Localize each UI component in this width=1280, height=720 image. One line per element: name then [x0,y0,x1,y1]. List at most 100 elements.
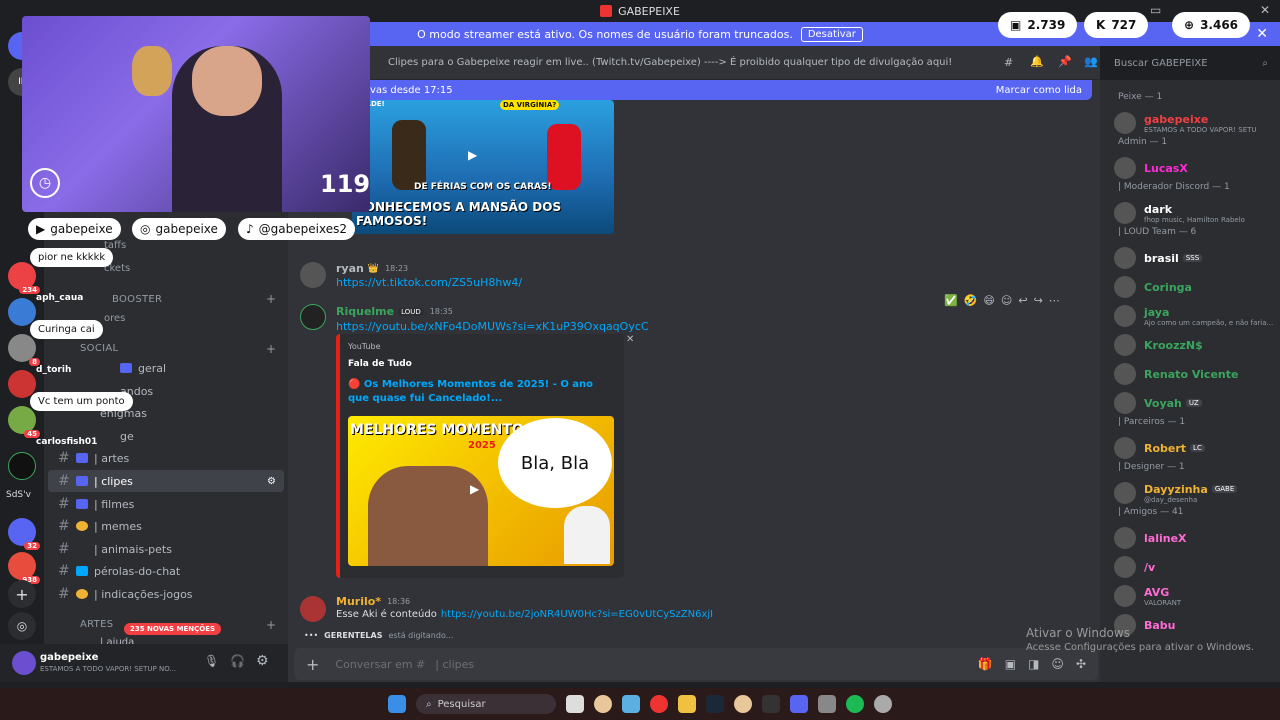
avatar[interactable] [1114,202,1136,224]
headphones-icon[interactable]: 🎧 [230,654,245,668]
avatar[interactable] [1114,276,1136,298]
server-icon[interactable]: 234 [8,262,40,294]
reply-icon[interactable]: ↩ [1018,294,1027,307]
minimize-icon[interactable]: ▭ [1150,3,1161,17]
message-author[interactable]: Murilo* [336,595,381,608]
message-input[interactable]: + Conversar em # | clipes 🎁 ▣ ◨ ☺ ✣ [294,648,1098,680]
avatar[interactable] [1114,363,1136,385]
new-messages-bar[interactable]: vas desde 17:15 Marcar como lida [360,80,1092,100]
more-options-icon[interactable]: ⋯ [1049,294,1060,307]
embed-video-thumbnail[interactable]: MELHORES MOMENTOS 2025 Bla, Bla ▶ [348,416,614,566]
avatar[interactable] [300,304,326,330]
avatar[interactable] [1114,527,1136,549]
apps-icon[interactable]: ✣ [1076,657,1086,671]
channel-partial[interactable]: ge [110,425,280,447]
channel-filmes[interactable]: # | filmes [48,493,284,515]
member-item[interactable]: Coringa [1114,272,1278,302]
app-icon[interactable] [818,695,836,713]
forward-icon[interactable]: ↪ [1034,294,1043,307]
avatar[interactable] [1114,437,1136,459]
category-booster[interactable]: BOOSTER [112,294,162,305]
member-item[interactable]: LucasX [1114,153,1278,183]
windows-start-icon[interactable] [388,695,406,713]
attach-plus-icon[interactable]: + [306,655,319,674]
disable-streamer-button[interactable]: Desativar [800,26,863,42]
member-item[interactable]: Babu [1114,610,1278,640]
server-icon[interactable]: 45 [8,406,40,438]
avatar[interactable] [1114,112,1136,134]
member-item[interactable]: Robert LC [1114,433,1278,463]
app-icon[interactable] [762,695,780,713]
channel-topic[interactable]: Clipes para o Gabepeixe reagir em live..… [388,57,952,68]
member-item[interactable]: Voyah UZ [1114,388,1278,418]
server-icon[interactable] [8,452,36,480]
member-item[interactable]: AVG VALORANT [1114,581,1278,611]
message-link[interactable]: https://vt.tiktok.com/ZS5uH8hw4/ [336,276,522,289]
avatar[interactable] [300,596,326,622]
avatar[interactable] [1114,334,1136,356]
spotify-icon[interactable] [846,695,864,713]
opera-icon[interactable] [650,695,668,713]
avatar[interactable] [1114,392,1136,414]
avatar[interactable] [1114,157,1136,179]
server-icon[interactable]: 8 [8,334,40,366]
message-author[interactable]: ryan [336,262,364,275]
member-item[interactable]: jaya Ajo como um campeão, e não faria... [1114,301,1278,331]
user-settings-icon[interactable]: ⚙ [256,653,269,669]
gif-icon[interactable]: ▣ [1005,657,1016,671]
discord-icon[interactable] [790,695,808,713]
avatar[interactable] [300,262,326,288]
video-thumbnail[interactable]: CIDADE! DA VIRGÍNIA? ▶ DE FÉRIAS COM OS … [352,100,614,234]
banner-close-icon[interactable]: ✕ [1256,26,1268,42]
member-list-icon[interactable]: 👥 [1084,55,1098,68]
channel-indicacoes-jogos[interactable]: # | indicações-jogos [48,583,284,605]
channel-animais-pets[interactable]: # | animais-pets [48,538,284,560]
file-explorer-icon[interactable] [678,695,696,713]
message-link[interactable]: https://youtu.be/2joNR4UW0Hc?si=EG0vUtCy… [441,609,713,620]
threads-icon[interactable]: # [1004,56,1013,69]
message-author[interactable]: Riquelme [336,305,394,318]
app-icon[interactable] [734,695,752,713]
avatar[interactable] [1114,305,1136,327]
avatar[interactable] [1114,585,1136,607]
member-item[interactable]: lalineX [1114,523,1278,553]
taskbar-search[interactable]: ⌕ Pesquisar [416,694,556,714]
gift-icon[interactable]: 🎁 [978,657,993,671]
explore-icon[interactable]: ◎ [8,612,36,640]
emoji-icon[interactable]: ☺ [1051,657,1064,671]
message-link[interactable]: https://youtu.be/xNFo4DoMUWs?si=xK1uP39O… [336,320,649,333]
channel-partial[interactable]: ores [104,313,125,324]
avatar[interactable] [1114,556,1136,578]
reaction-laugh-icon[interactable]: 🤣 [964,294,978,307]
member-item[interactable]: Renato Vicente [1114,359,1278,389]
add-reaction-icon[interactable]: ☺ [1001,294,1012,307]
member-item[interactable]: Dayyzinha GABE @day_desenha [1114,478,1278,508]
member-item[interactable]: brasil SSS [1114,243,1278,273]
new-mentions-pill[interactable]: 235 NOVAS MENÇÕES [124,623,222,635]
avatar[interactable] [1114,482,1136,504]
pin-icon[interactable]: 📌 [1058,55,1072,68]
embed-close-icon[interactable]: ✕ [626,334,634,345]
copilot-icon[interactable] [622,695,640,713]
reaction-emoji-icon[interactable]: 😄 [983,294,994,307]
search-input[interactable]: Buscar GABEPEIXE ⌕ [1108,52,1274,74]
notification-bell-icon[interactable]: 🔔 [1030,55,1044,68]
channel-memes[interactable]: # | memes [48,515,284,537]
member-item[interactable]: dark fhop music, Hamilton Rabelo [1114,198,1278,228]
member-item[interactable]: KroozzN$ [1114,330,1278,360]
app-icon[interactable] [594,695,612,713]
embed-author[interactable]: Fala de Tudo [348,359,412,369]
server-icon[interactable]: 938 [8,552,40,584]
reaction-check-icon[interactable]: ✅ [944,294,958,307]
channel-artes[interactable]: # | artes [48,447,284,469]
server-icon[interactable]: 32 [8,518,40,550]
avatar[interactable] [12,651,36,675]
channel-geral[interactable]: geral [110,357,280,379]
category-artes[interactable]: ARTES [80,619,113,630]
mark-as-read-button[interactable]: Marcar como lida [996,85,1082,96]
window-close-icon[interactable]: ✕ [1260,3,1270,17]
embed-title[interactable]: 🔴 Os Melhores Momentos de 2025! - O ano … [348,378,614,406]
settings-gear-icon[interactable]: ⚙ [267,476,276,487]
steam-icon[interactable] [706,695,724,713]
add-channel-icon[interactable]: + [266,342,276,356]
